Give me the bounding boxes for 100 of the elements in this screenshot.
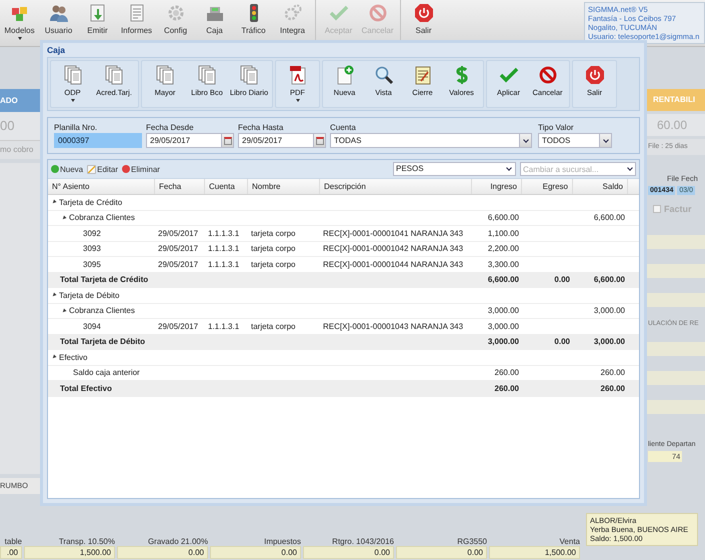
- pencil-icon: [87, 164, 96, 174]
- input-field[interactable]: 0000397: [54, 133, 142, 148]
- total-label: RG3550: [457, 537, 487, 546]
- text-field[interactable]: [645, 235, 705, 249]
- total-label: Rtgro. 1043/2016: [332, 537, 394, 546]
- calendar-icon[interactable]: [314, 133, 326, 148]
- table-cell-text: 1.1.1.3.1: [207, 260, 240, 269]
- users-icon: [48, 3, 68, 23]
- expand-icon[interactable]: [51, 200, 57, 205]
- power-icon: [584, 65, 604, 85]
- table-cell-text: 3,000.00: [486, 306, 520, 316]
- text-field[interactable]: [645, 293, 705, 307]
- column-header[interactable]: Ingreso: [472, 179, 522, 194]
- column-header[interactable]: Descripción: [320, 179, 472, 194]
- table-cell-text: 29/05/2017: [157, 322, 200, 331]
- calendar-icon[interactable]: [222, 133, 234, 148]
- date-field[interactable]: 29/05/2017: [238, 133, 314, 148]
- action-button[interactable]: Eliminar: [122, 164, 160, 174]
- total-label: Venta: [560, 537, 580, 546]
- total-field: 0.00: [210, 546, 301, 559]
- text-field[interactable]: [645, 371, 705, 385]
- field-label: Planilla Nro.: [54, 123, 98, 132]
- cancel-icon: [538, 65, 558, 85]
- table-cell-text: 29/05/2017: [157, 260, 200, 269]
- column-header[interactable]: Nombre: [248, 179, 320, 194]
- table-cell-text: 2,200.00: [486, 244, 520, 254]
- documents-icon: [155, 65, 175, 85]
- window-title: Caja: [47, 44, 66, 57]
- table-cell-text: 3,000.00: [592, 306, 626, 316]
- tree-node-label[interactable]: Efectivo: [59, 352, 88, 362]
- tree-node-label[interactable]: Cobranza Clientes: [69, 213, 135, 222]
- gears-icon: [282, 3, 302, 23]
- total-label: Total Tarjeta de Crédito: [60, 275, 148, 284]
- tree-node-label[interactable]: Tarjeta de Crédito: [59, 198, 122, 207]
- column-header[interactable]: N° Asiento: [48, 179, 155, 194]
- table-cell-text: 1.1.1.3.1: [207, 322, 240, 331]
- pdf-icon: [288, 65, 308, 85]
- expand-icon[interactable]: [61, 215, 67, 220]
- table-cell-text: REC[X]-0001-00001042 NARANJA 343: [322, 244, 464, 254]
- table-cell-text: tarjeta corpo: [250, 322, 296, 331]
- tree-node-label[interactable]: Cobranza Clientes: [69, 306, 135, 316]
- chevron-down-icon[interactable]: [520, 133, 532, 148]
- action-button[interactable]: Editar: [87, 164, 118, 174]
- table-cell-text: 0.00: [553, 275, 571, 284]
- column-header[interactable]: Cuenta: [205, 179, 248, 194]
- chevron-down-icon[interactable]: [600, 133, 612, 148]
- column-header[interactable]: Saldo: [573, 179, 628, 194]
- power-icon: [414, 3, 434, 23]
- tree-node-label[interactable]: Tarjeta de Débito: [59, 290, 120, 300]
- total-field: 0.00: [117, 546, 208, 559]
- dropdown-field[interactable]: TODOS: [538, 133, 600, 148]
- field-label: Tipo Valor: [538, 123, 575, 132]
- check-icon: [328, 3, 348, 23]
- panel-note: mo cobro: [0, 140, 40, 159]
- amount-text: 00: [0, 112, 40, 140]
- table-cell-text: 6,600.00: [486, 213, 520, 222]
- total-field: .00: [0, 546, 22, 559]
- total-label: Total Tarjeta de Débito: [60, 337, 146, 346]
- expand-icon[interactable]: [51, 354, 57, 360]
- table-cell-text: 3,000.00: [486, 322, 520, 331]
- column-header[interactable]: Fecha: [155, 179, 205, 194]
- table-cell-text: REC[X]-0001-00001044 NARANJA 343: [322, 260, 464, 269]
- table-cell-text: 260.00: [600, 384, 626, 393]
- total-label: Total Efectivo: [60, 384, 112, 393]
- date-field[interactable]: 29/05/2017: [146, 133, 222, 148]
- table-cell-text: 29/05/2017: [157, 228, 200, 238]
- text-field[interactable]: [645, 400, 705, 414]
- table-cell-text: 3093: [82, 244, 102, 254]
- panel-header: RENTABILI: [645, 89, 705, 111]
- total-label: Transp. 10.50%: [58, 537, 115, 546]
- text-field[interactable]: [645, 264, 705, 278]
- total-field: 0.00: [303, 546, 394, 559]
- minus-circle-icon: [122, 165, 130, 173]
- expand-icon[interactable]: [51, 292, 57, 298]
- text-field[interactable]: [645, 342, 705, 356]
- table-cell-text: 3094: [82, 322, 102, 331]
- column-header[interactable]: Egreso: [522, 179, 573, 194]
- table-cell-text: 29/05/2017: [157, 244, 200, 254]
- table-cell-text: 3092: [82, 228, 102, 238]
- documents-icon: [104, 65, 124, 85]
- expand-icon[interactable]: [61, 308, 67, 314]
- table-cell-text: 0.00: [553, 337, 571, 346]
- toolbar-button[interactable]: Integra: [273, 0, 312, 44]
- field-label: Cuenta: [330, 123, 357, 132]
- toolbar-button[interactable]: Modelos: [0, 0, 39, 44]
- check-icon: [498, 65, 518, 85]
- cancel-icon: [368, 3, 388, 23]
- field-label: Fecha Desde: [146, 123, 195, 132]
- toolbar-button[interactable]: Config: [156, 0, 195, 44]
- checkbox[interactable]: [653, 205, 661, 213]
- toolbar-button[interactable]: Caja: [195, 0, 234, 44]
- dropdown-field[interactable]: TODAS: [330, 133, 520, 148]
- action-button[interactable]: Nueva: [51, 164, 84, 174]
- table-cell-text: tarjeta corpo: [250, 244, 296, 254]
- table-cell-text: 3,300.00: [486, 260, 520, 269]
- panel-header: ADO: [0, 89, 40, 112]
- currency-dropdown[interactable]: PESOS: [393, 162, 516, 176]
- table-cell-text: tarjeta corpo: [250, 260, 296, 269]
- total-label: Gravado 21.00%: [148, 537, 208, 546]
- amount-text: 60.00: [645, 114, 705, 136]
